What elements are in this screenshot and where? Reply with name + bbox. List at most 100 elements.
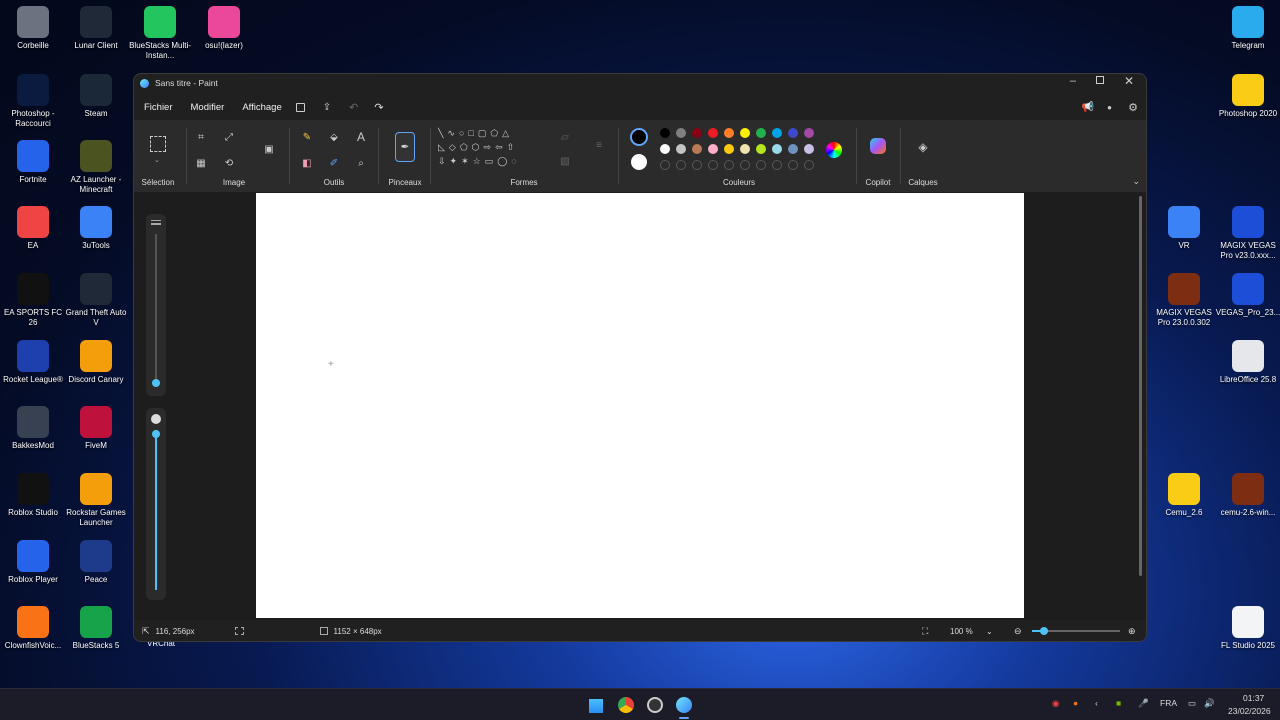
desktop-icon[interactable]: Peace bbox=[63, 540, 129, 585]
color-swatch[interactable] bbox=[708, 128, 718, 138]
network-icon[interactable]: ▭ bbox=[1188, 698, 1196, 709]
brush-size-slider[interactable] bbox=[146, 214, 166, 396]
shape-size-icon[interactable]: ≡ bbox=[592, 138, 606, 152]
magnifier-icon[interactable]: ⌕ bbox=[354, 156, 368, 170]
announcement-icon[interactable]: 📢 bbox=[1082, 102, 1094, 113]
desktop-icon[interactable]: Lunar Client bbox=[63, 6, 129, 51]
custom-color-slot[interactable] bbox=[660, 160, 670, 170]
ribbon-expand-chevron-icon[interactable]: ⌄ bbox=[1132, 176, 1140, 187]
color-swatch[interactable] bbox=[724, 128, 734, 138]
desktop-icon[interactable]: FiveM bbox=[63, 406, 129, 451]
menu-affichage[interactable]: Affichage bbox=[242, 102, 281, 113]
desktop-icon[interactable]: Roblox Studio bbox=[0, 473, 66, 518]
color-swatch[interactable] bbox=[692, 128, 702, 138]
desktop-icon[interactable]: EA SPORTS FC 26 bbox=[0, 273, 66, 328]
selection-tool[interactable] bbox=[150, 136, 166, 152]
zoom-in-icon[interactable]: ⊕ bbox=[1128, 626, 1136, 637]
layers-icon[interactable]: ◈ bbox=[916, 140, 930, 154]
image-select-icon[interactable]: ▦ bbox=[194, 156, 208, 170]
minimize-button[interactable]: – bbox=[1070, 75, 1076, 87]
tray-app-icon-2[interactable]: ● bbox=[1073, 698, 1078, 708]
account-icon[interactable]: ● bbox=[1107, 103, 1112, 112]
custom-color-slot[interactable] bbox=[804, 160, 814, 170]
drawing-canvas[interactable]: + bbox=[256, 193, 1024, 618]
settings-gear-icon[interactable]: ⚙ bbox=[1128, 101, 1138, 114]
color-swatch[interactable] bbox=[676, 144, 686, 154]
color-picker-icon[interactable]: ✐ bbox=[327, 156, 341, 170]
selection-chevron-icon[interactable]: ⌄ bbox=[154, 156, 160, 164]
desktop-icon[interactable]: Roblox Player bbox=[0, 540, 66, 585]
desktop-icon[interactable]: BakkesMod bbox=[0, 406, 66, 451]
crop-icon[interactable]: ⌗ bbox=[194, 130, 208, 144]
undo-icon[interactable]: ↶ bbox=[349, 101, 358, 114]
color-swatch[interactable] bbox=[804, 144, 814, 154]
primary-color[interactable] bbox=[630, 128, 648, 146]
fill-bucket-icon[interactable]: ⬙ bbox=[327, 130, 341, 144]
custom-color-slot[interactable] bbox=[756, 160, 766, 170]
copilot-icon[interactable] bbox=[870, 138, 886, 154]
desktop-icon[interactable]: Fortnite bbox=[0, 140, 66, 185]
color-swatch[interactable] bbox=[740, 144, 750, 154]
windows-start-icon[interactable] bbox=[588, 698, 603, 713]
custom-color-slot[interactable] bbox=[692, 160, 702, 170]
desktop-icon[interactable]: 3uTools bbox=[63, 206, 129, 251]
color-swatch[interactable] bbox=[804, 128, 814, 138]
desktop-icon[interactable]: MAGIX VEGAS Pro 23.0.0.302 bbox=[1151, 273, 1217, 328]
tray-app-icon-1[interactable]: ◉ bbox=[1052, 698, 1059, 709]
volume-icon[interactable]: 🔊 bbox=[1204, 698, 1215, 709]
save-icon[interactable] bbox=[295, 102, 305, 112]
share-icon[interactable]: ⇪ bbox=[323, 102, 331, 113]
secondary-color[interactable] bbox=[631, 154, 647, 170]
desktop-icon[interactable]: Cemu_2.6 bbox=[1151, 473, 1217, 518]
desktop-icon[interactable]: FL Studio 2025 bbox=[1215, 606, 1280, 651]
desktop-icon[interactable]: Rocket League® bbox=[0, 340, 66, 385]
desktop-icon[interactable]: BlueStacks Multi-Instan... bbox=[127, 6, 193, 61]
custom-color-slot[interactable] bbox=[724, 160, 734, 170]
desktop-icon[interactable]: BlueStacks 5 bbox=[63, 606, 129, 651]
custom-color-slot[interactable] bbox=[676, 160, 686, 170]
color-swatch[interactable] bbox=[756, 128, 766, 138]
edit-colors-icon[interactable] bbox=[826, 142, 842, 158]
shape-outline-icon[interactable]: ▱ bbox=[558, 130, 572, 144]
color-swatch[interactable] bbox=[788, 144, 798, 154]
zoom-out-icon[interactable]: ⊖ bbox=[1014, 626, 1022, 637]
custom-color-slot[interactable] bbox=[788, 160, 798, 170]
desktop-icon[interactable]: EA bbox=[0, 206, 66, 251]
color-swatch[interactable] bbox=[724, 144, 734, 154]
desktop-icon[interactable]: AZ Launcher - Minecraft bbox=[63, 140, 129, 195]
desktop-icon[interactable]: Telegram bbox=[1215, 6, 1280, 51]
custom-color-slot[interactable] bbox=[740, 160, 750, 170]
desktop-icon[interactable]: osu!(lazer) bbox=[191, 6, 257, 51]
close-button[interactable]: ✕ bbox=[1124, 74, 1134, 88]
nvidia-icon[interactable]: ■ bbox=[1116, 698, 1121, 708]
opacity-thumb[interactable] bbox=[152, 430, 160, 438]
desktop-icon[interactable]: Photoshop 2020 bbox=[1215, 74, 1280, 119]
tray-chevron-icon[interactable]: ‹ bbox=[1095, 698, 1098, 708]
pencil-icon[interactable]: ✎ bbox=[300, 130, 314, 144]
desktop-icon[interactable]: ClownfishVoic... bbox=[0, 606, 66, 651]
language-indicator[interactable]: FRA bbox=[1160, 698, 1177, 708]
vertical-scrollbar[interactable] bbox=[1139, 196, 1142, 576]
zoom-slider-thumb[interactable] bbox=[1040, 627, 1048, 635]
background-remove-icon[interactable]: ▣ bbox=[262, 142, 276, 156]
desktop-icon[interactable]: Rockstar Games Launcher bbox=[63, 473, 129, 528]
paint-taskbar-icon[interactable] bbox=[676, 697, 692, 713]
text-tool-icon[interactable]: A bbox=[354, 130, 368, 144]
desktop-icon[interactable]: VEGAS_Pro_23... bbox=[1215, 273, 1280, 318]
maximize-button[interactable] bbox=[1096, 76, 1104, 84]
desktop-icon[interactable]: cemu-2.6-win... bbox=[1215, 473, 1280, 518]
desktop-icon[interactable]: Corbeille bbox=[0, 6, 66, 51]
zoom-dropdown-chevron-icon[interactable]: ⌄ bbox=[986, 627, 993, 636]
shapes-gallery[interactable]: ╲∿○□▢⬠△ ◺◇⬠⬡⇨⇦⇧ ⇩✦✶☆▭◯◌ bbox=[438, 126, 542, 174]
color-swatch[interactable] bbox=[772, 144, 782, 154]
color-swatch[interactable] bbox=[708, 144, 718, 154]
desktop-icon[interactable]: Discord Canary bbox=[63, 340, 129, 385]
fit-to-window-icon[interactable]: ⛶ bbox=[922, 626, 928, 637]
clock-date[interactable]: 23/02/2026 bbox=[1228, 706, 1271, 716]
desktop-icon[interactable]: Photoshop - Raccourci bbox=[0, 74, 66, 129]
color-swatch[interactable] bbox=[788, 128, 798, 138]
resize-icon[interactable]: ⤢ bbox=[222, 130, 236, 144]
color-swatch[interactable] bbox=[772, 128, 782, 138]
eraser-icon[interactable]: ◧ bbox=[300, 156, 314, 170]
shape-fill-icon[interactable]: ▧ bbox=[558, 154, 572, 168]
